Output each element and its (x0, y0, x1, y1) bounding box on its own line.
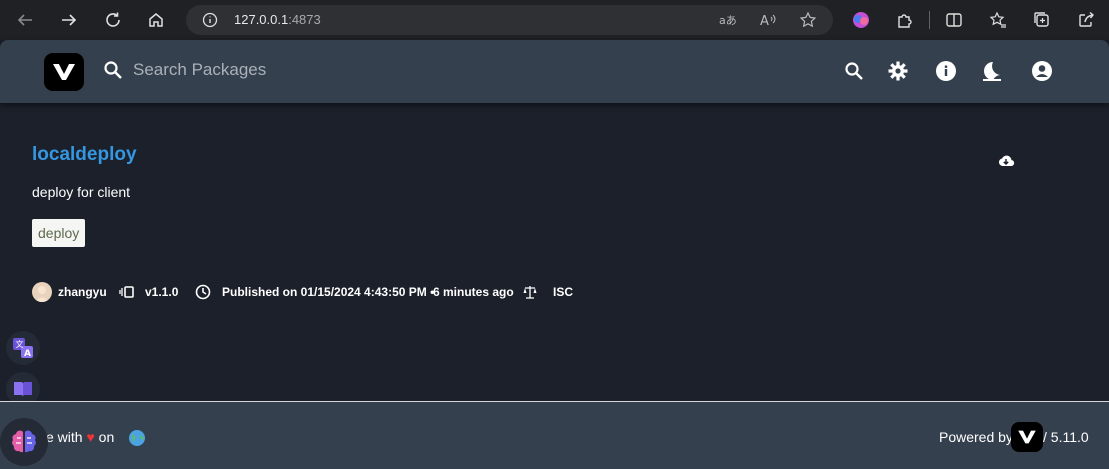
favorite-star-icon[interactable] (798, 10, 818, 30)
version-icon (119, 284, 135, 300)
clock-icon (195, 284, 211, 300)
back-arrow-icon (17, 14, 32, 26)
favorites-icon[interactable] (987, 9, 1009, 31)
address-bar[interactable]: 127.0.0.1:4873 aあ A (186, 5, 833, 35)
home-button[interactable] (144, 8, 168, 32)
browser-toolbar: 127.0.0.1:4873 aあ A (0, 0, 1109, 40)
url-text: 127.0.0.1:4873 (234, 12, 321, 27)
copilot-icon[interactable] (850, 9, 872, 31)
globe-icon[interactable] (128, 429, 146, 447)
text-size-icon[interactable]: A (758, 10, 778, 30)
author-name: zhangyu (58, 285, 107, 299)
url-host: 127.0.0.1 (234, 12, 289, 27)
app-header (0, 40, 1109, 103)
back-button[interactable] (13, 8, 37, 32)
search-button[interactable] (841, 58, 867, 84)
page-footer: e with ♥ on Powered by / 5.11.0 (0, 401, 1109, 469)
keyword-tag[interactable]: deploy (32, 219, 86, 247)
svg-text:aあ: aあ (719, 14, 736, 27)
verdaccio-logo-icon (53, 64, 75, 80)
refresh-button[interactable] (101, 8, 125, 32)
author-avatar (32, 282, 52, 302)
download-tarball-icon[interactable] (997, 152, 1015, 170)
forward-arrow-icon (62, 14, 77, 26)
account-circle-icon (1032, 61, 1052, 81)
search-icon (845, 62, 863, 80)
brain-icon (12, 430, 36, 453)
collections-icon[interactable] (1031, 9, 1053, 31)
license-scale-icon (522, 284, 538, 300)
powered-by-text: Powered by (939, 429, 1013, 445)
made-with-prefix: e with (46, 429, 83, 445)
made-with-text: e with ♥ on (46, 429, 114, 445)
heart-icon: ♥ (86, 429, 95, 445)
made-with-suffix: on (98, 429, 115, 445)
read-aloud-icon[interactable]: aあ (717, 10, 737, 30)
refresh-icon (106, 12, 120, 27)
share-icon[interactable] (1075, 9, 1097, 31)
settings-button[interactable] (885, 58, 911, 84)
footer-verdaccio-logo[interactable] (1011, 422, 1043, 452)
url-port: :4873 (288, 12, 321, 27)
site-info-icon[interactable] (200, 10, 220, 30)
verdaccio-logo[interactable] (44, 53, 84, 91)
package-description: deploy for client (32, 184, 131, 200)
svg-text:A: A (24, 349, 31, 359)
forward-button[interactable] (57, 8, 81, 32)
search-packages-input[interactable] (133, 58, 533, 82)
ai-assistant-button[interactable] (0, 418, 48, 466)
account-button[interactable] (1029, 58, 1055, 84)
svg-text:文: 文 (16, 339, 24, 349)
split-screen-icon[interactable] (943, 9, 965, 31)
verdaccio-version: / 5.11.0 (1043, 429, 1089, 445)
published-ago: 6 minutes ago (433, 285, 514, 299)
info-icon (936, 61, 956, 81)
verdaccio-logo-icon (1018, 430, 1036, 444)
search-icon (103, 60, 123, 80)
published-date: Published on 01/15/2024 4:43:50 PM • (222, 285, 435, 299)
package-version: v1.1.0 (145, 285, 179, 299)
gear-icon (888, 61, 908, 81)
package-license: ISC (553, 285, 574, 299)
info-button[interactable] (933, 58, 959, 84)
book-icon (14, 382, 32, 397)
package-name-link[interactable]: localdeploy (32, 144, 137, 166)
theme-toggle-button[interactable] (979, 58, 1005, 84)
translate-icon: 文A (13, 338, 33, 359)
translate-button[interactable]: 文A (6, 331, 40, 365)
home-icon (149, 13, 163, 27)
night-mode-icon (983, 62, 1001, 81)
toolbar-divider (929, 11, 930, 29)
svg-text:A: A (760, 14, 769, 28)
extensions-icon[interactable] (894, 9, 916, 31)
